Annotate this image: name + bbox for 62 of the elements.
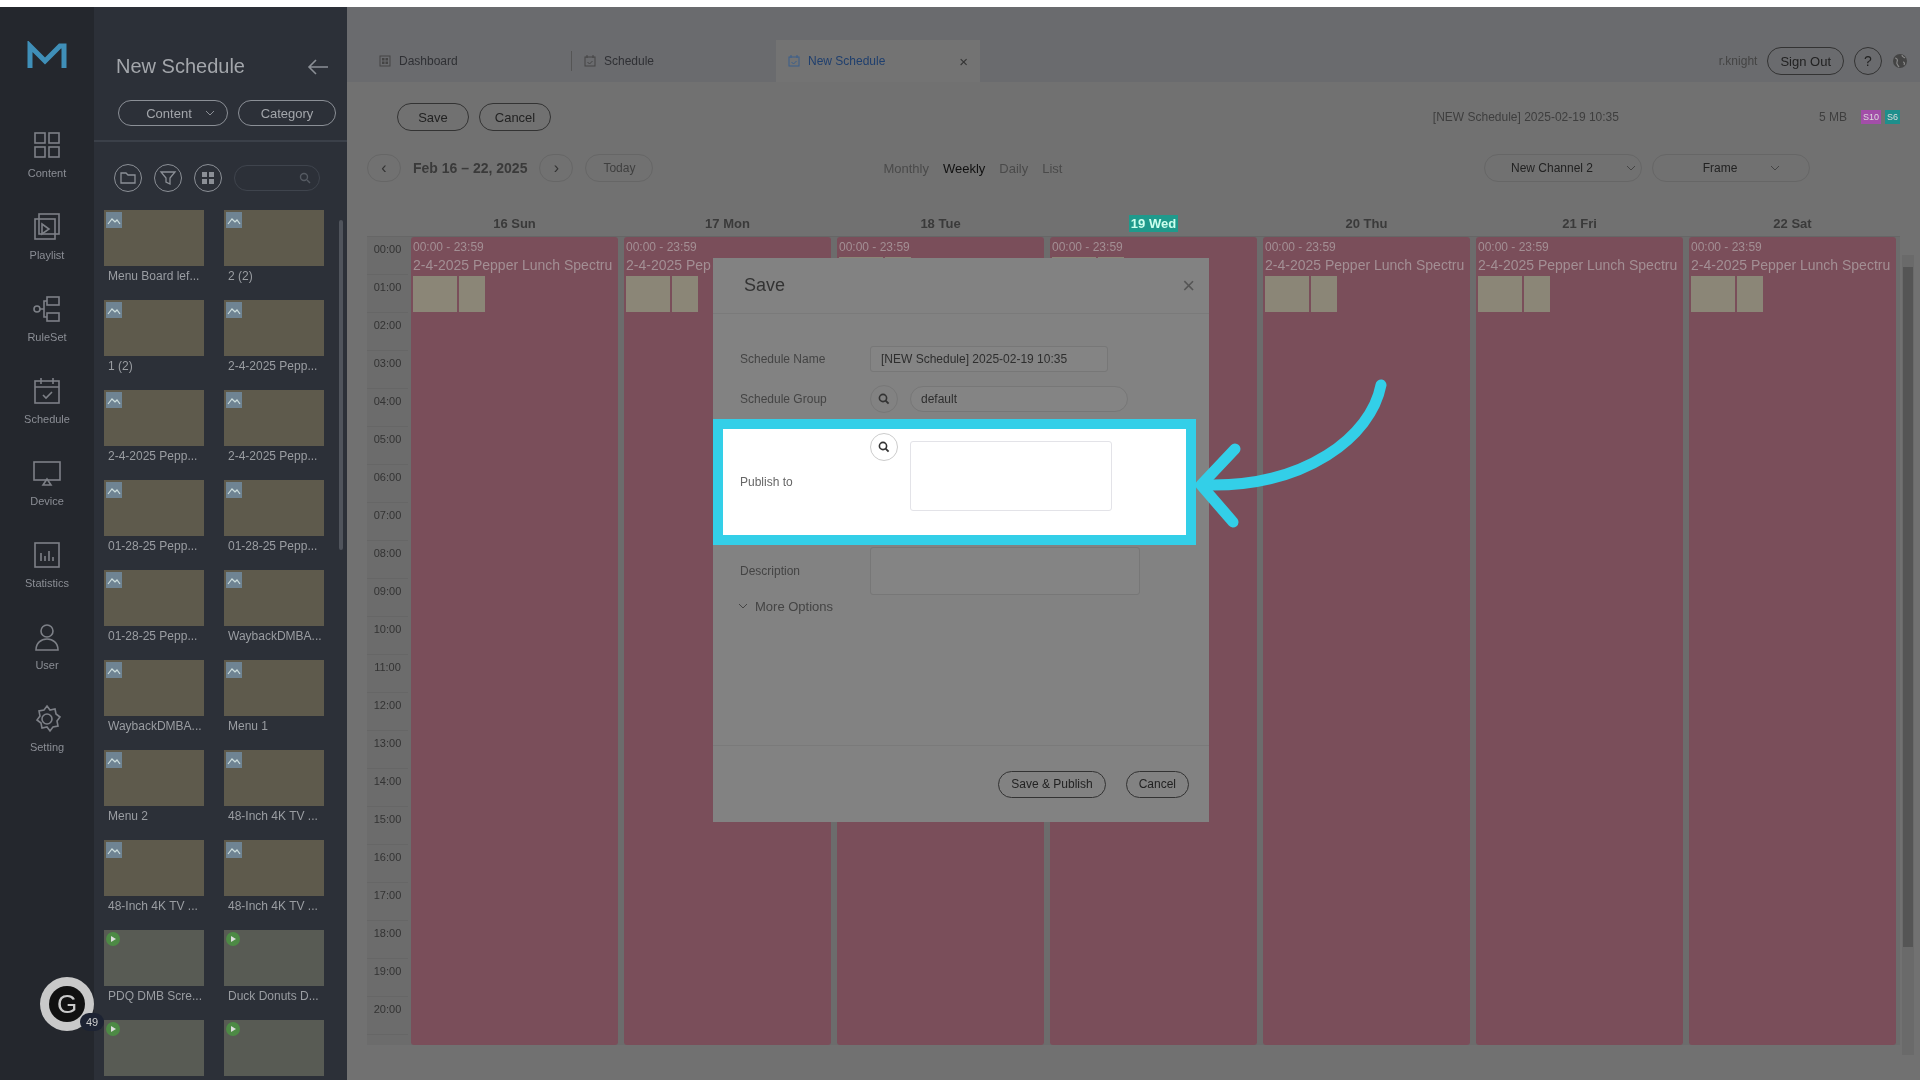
media-label: 1 (2) bbox=[107, 359, 134, 373]
hour-label: 03:00 bbox=[367, 351, 408, 389]
hour-label: 00:00 bbox=[367, 237, 408, 275]
hour-label: 02:00 bbox=[367, 313, 408, 351]
hour-label: 04:00 bbox=[367, 389, 408, 427]
event-time: 00:00 - 23:59 bbox=[1265, 240, 1337, 254]
panel-title: New Schedule bbox=[116, 55, 245, 78]
media-label: 01-28-25 Pepp... bbox=[227, 539, 319, 553]
event-time: 00:00 - 23:59 bbox=[413, 240, 485, 254]
hour-label: 17:00 bbox=[367, 883, 408, 921]
field-label: Schedule Name bbox=[740, 352, 827, 366]
hour-label: 13:00 bbox=[367, 731, 408, 769]
media-label: 2-4-2025 Pepp... bbox=[107, 449, 199, 463]
media-label: 48-Inch 4K TV ... bbox=[227, 899, 319, 913]
hour-label: 20:00 bbox=[367, 997, 408, 1035]
hour-label: 08:00 bbox=[367, 541, 408, 579]
media-label: Duck Donuts D... bbox=[227, 989, 320, 1003]
event-time: 00:00 - 23:59 bbox=[839, 240, 911, 254]
event-time: 00:00 - 23:59 bbox=[1052, 240, 1124, 254]
hour-label: 14:00 bbox=[367, 769, 408, 807]
media-label: Menu 1 bbox=[227, 719, 270, 733]
hour-label: 11:00 bbox=[367, 655, 408, 693]
badge: S6 bbox=[1885, 110, 1900, 124]
media-label: Menu 2 bbox=[107, 809, 150, 823]
hour-label: 05:00 bbox=[367, 427, 408, 465]
hour-label: 18:00 bbox=[367, 921, 408, 959]
hour-label: 15:00 bbox=[367, 807, 408, 845]
hour-label: 07:00 bbox=[367, 503, 408, 541]
hour-label: 16:00 bbox=[367, 845, 408, 883]
hour-label: 09:00 bbox=[367, 579, 408, 617]
event-time: 00:00 - 23:59 bbox=[1691, 240, 1763, 254]
field-label: Schedule Group bbox=[740, 392, 828, 406]
hour-label: 19:00 bbox=[367, 959, 408, 997]
media-label: WaybackDMBA... bbox=[107, 719, 203, 733]
media-label: WaybackDMBA... bbox=[227, 629, 323, 643]
event-title: 2-4-2025 Pep bbox=[626, 257, 712, 273]
media-label: PDQ DMB Scre... bbox=[107, 989, 203, 1003]
field-label: Description bbox=[740, 564, 802, 578]
event-title: 2-4-2025 Pepper Lunch Spectru bbox=[1478, 257, 1679, 273]
count-badge: 49 bbox=[80, 1013, 105, 1031]
badge: S10 bbox=[1860, 110, 1881, 124]
event-time: 00:00 - 23:59 bbox=[1478, 240, 1550, 254]
event-title: 2-4-2025 Pepper Lunch Spectru bbox=[413, 257, 614, 273]
day-header: 19 Wed bbox=[1128, 214, 1179, 232]
media-label: Menu Board lef... bbox=[107, 269, 201, 283]
hour-label: 06:00 bbox=[367, 465, 408, 503]
event-time: 00:00 - 23:59 bbox=[626, 240, 698, 254]
media-label: 2 (2) bbox=[227, 269, 254, 283]
media-label: 2-4-2025 Pepp... bbox=[227, 359, 319, 373]
hour-label: 10:00 bbox=[367, 617, 408, 655]
media-label: 48-Inch 4K TV ... bbox=[227, 809, 319, 823]
media-label: 01-28-25 Pepp... bbox=[107, 539, 199, 553]
event-title: 2-4-2025 Pepper Lunch Spectru bbox=[1691, 257, 1892, 273]
dialog-title: Save bbox=[744, 275, 786, 296]
media-label: 2-4-2025 Pepp... bbox=[227, 449, 319, 463]
hour-label: 12:00 bbox=[367, 693, 408, 731]
field-label: Publish to bbox=[740, 475, 794, 489]
event-title: 2-4-2025 Pepper Lunch Spectru bbox=[1265, 257, 1466, 273]
media-label: 48-Inch 4K TV ... bbox=[107, 899, 199, 913]
media-label: 01-28-25 Pepp... bbox=[107, 629, 199, 643]
day-header: 17 Mon bbox=[704, 214, 751, 232]
hour-label: 01:00 bbox=[367, 275, 408, 313]
